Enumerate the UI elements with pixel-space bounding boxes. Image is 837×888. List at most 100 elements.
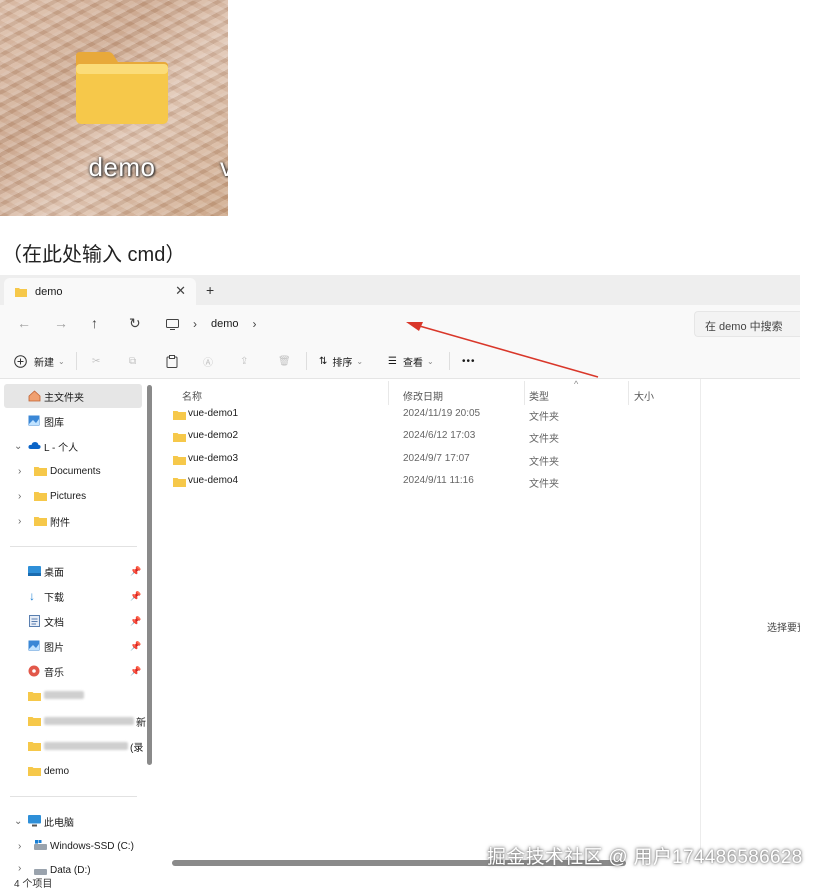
breadcrumb-separator[interactable]: › xyxy=(253,317,257,331)
view-label: 查看 xyxy=(402,357,423,369)
sidebar-item-documents[interactable]: › Documents xyxy=(4,459,142,483)
sidebar-item-desktop[interactable]: 桌面 📌 xyxy=(4,559,142,583)
sidebar-item-attachments[interactable]: › 附件 xyxy=(4,509,142,533)
sidebar-item-label: 此电脑 xyxy=(44,817,74,829)
folder-label[interactable]: demo xyxy=(62,152,182,183)
table-row[interactable]: vue-demo1 2024/11/19 20:05 文件夹 xyxy=(170,404,690,426)
drive-icon xyxy=(34,840,47,851)
chevron-right-icon[interactable]: › xyxy=(18,491,21,502)
pin-icon[interactable]: 📌 xyxy=(130,616,141,627)
sidebar-item-redacted[interactable] xyxy=(4,684,142,708)
breadcrumb-separator[interactable]: › xyxy=(193,317,197,331)
sidebar-scrollbar[interactable] xyxy=(147,385,152,765)
redacted-label: (录 xyxy=(44,739,143,754)
file-date: 2024/6/12 17:03 xyxy=(403,430,476,441)
desktop-icon xyxy=(28,566,41,577)
refresh-icon[interactable]: ↻ xyxy=(129,316,141,330)
pin-icon[interactable]: 📌 xyxy=(130,641,141,652)
folder-icon xyxy=(173,456,186,465)
file-type: 文件夹 xyxy=(529,479,559,490)
sidebar-item-label: 附件 xyxy=(50,517,70,529)
tab-bar: demo ✕ + xyxy=(0,275,800,305)
breadcrumb-demo[interactable]: demo xyxy=(211,318,239,330)
folder-icon xyxy=(34,516,47,527)
sidebar-item-drive-c[interactable]: › Windows-SSD (C:) xyxy=(4,834,142,858)
new-label: 新建 xyxy=(34,357,54,369)
column-header-modified[interactable]: 修改日期 xyxy=(403,388,443,403)
view-icon: ☰ xyxy=(388,355,397,367)
search-input[interactable]: 在 demo 中搜索 xyxy=(694,311,800,337)
sidebar-item-home[interactable]: 主文件夹 xyxy=(4,384,142,408)
cut-icon[interactable]: ✂ xyxy=(92,352,100,370)
back-icon[interactable]: ← xyxy=(17,316,31,330)
column-header-size[interactable]: 大小 xyxy=(634,388,654,403)
chevron-right-icon[interactable]: › xyxy=(18,841,21,852)
sort-caret-icon: ^ xyxy=(574,379,579,389)
sidebar-item-docs[interactable]: 文档 📌 xyxy=(4,609,142,633)
cloud-icon xyxy=(28,441,41,452)
sidebar-item-label: 主文件夹 xyxy=(44,392,84,404)
close-icon[interactable]: ✕ xyxy=(175,283,186,299)
table-row[interactable]: vue-demo4 2024/9/11 11:16 文件夹 xyxy=(170,471,690,493)
folder-icon xyxy=(28,766,41,777)
sidebar-item-gallery[interactable]: 图库 xyxy=(4,409,142,433)
sidebar-item-images[interactable]: 图片 📌 xyxy=(4,634,142,658)
redacted-suffix: (录 xyxy=(130,742,144,754)
column-header-type[interactable]: 类型 xyxy=(529,388,549,403)
folder-icon[interactable] xyxy=(74,50,170,126)
chevron-down-icon[interactable]: ⌄ xyxy=(14,441,22,452)
monitor-icon[interactable] xyxy=(166,318,179,330)
file-date: 2024/9/7 17:07 xyxy=(403,453,470,464)
desktop-crop: demo v xyxy=(0,0,228,216)
sidebar-item-label: demo xyxy=(44,765,70,777)
share-icon[interactable]: ⇪ xyxy=(240,352,248,370)
forward-icon[interactable]: → xyxy=(54,316,68,330)
new-button[interactable]: 新建 ⌄ xyxy=(14,352,65,370)
file-name: vue-demo1 xyxy=(188,408,239,419)
sidebar-item-music[interactable]: 音乐 📌 xyxy=(4,659,142,683)
command-bar: 新建 ⌄ ✂ ⧉ Ⓐ ⇪ 🗑 ⇅ 排序 ⌄ ☰ 查看 ⌄ ••• xyxy=(0,343,800,379)
chevron-right-icon[interactable]: › xyxy=(18,466,21,477)
tab-title: demo xyxy=(35,285,63,298)
file-name: vue-demo2 xyxy=(188,430,239,441)
view-button[interactable]: ☰ 查看 ⌄ xyxy=(388,352,434,370)
breadcrumb[interactable]: › demo › xyxy=(166,313,257,335)
sidebar-item-label: 文档 xyxy=(44,617,64,629)
new-tab-button[interactable]: + xyxy=(206,282,214,298)
copy-icon[interactable]: ⧉ xyxy=(129,352,136,370)
column-header-name[interactable]: 名称 xyxy=(182,388,202,403)
pin-icon[interactable]: 📌 xyxy=(130,566,141,577)
sidebar-item-label: Pictures xyxy=(50,490,87,502)
table-row[interactable]: vue-demo3 2024/9/7 17:07 文件夹 xyxy=(170,449,690,471)
watermark: 掘金技术社区 @ 用户174486586628 xyxy=(487,847,803,868)
tab-demo[interactable]: demo ✕ xyxy=(4,278,196,305)
sidebar-item-label: 图片 xyxy=(44,642,64,654)
chevron-right-icon[interactable]: › xyxy=(18,863,21,874)
table-row[interactable]: vue-demo2 2024/6/12 17:03 文件夹 xyxy=(170,426,690,448)
paste-icon[interactable] xyxy=(166,352,178,370)
pin-icon[interactable]: 📌 xyxy=(130,666,141,677)
picture-icon xyxy=(28,640,41,651)
home-icon xyxy=(28,390,41,402)
chevron-right-icon[interactable]: › xyxy=(18,516,21,527)
sidebar-item-redacted[interactable]: 新 xyxy=(4,709,146,733)
sidebar-item-pictures[interactable]: › Pictures xyxy=(4,484,142,508)
sidebar-item-downloads[interactable]: ↓ 下载 📌 xyxy=(4,584,142,608)
sort-label: 排序 xyxy=(332,357,353,369)
sidebar-item-onedrive[interactable]: ⌄ L - 个人 xyxy=(4,434,142,458)
pin-icon[interactable]: 📌 xyxy=(130,591,141,602)
sidebar-item-label: Windows-SSD (C:) xyxy=(50,840,134,852)
chevron-down-icon[interactable]: ⌄ xyxy=(14,816,22,827)
document-icon xyxy=(29,615,42,627)
up-icon[interactable]: ↑ xyxy=(91,316,98,330)
more-icon[interactable]: ••• xyxy=(462,352,476,370)
redacted-label xyxy=(44,690,84,702)
sidebar-item-demo[interactable]: demo xyxy=(4,759,142,783)
sidebar-item-redacted[interactable]: (录 xyxy=(4,734,143,758)
delete-icon[interactable]: 🗑 xyxy=(278,352,291,370)
sort-button[interactable]: ⇅ 排序 ⌄ xyxy=(319,352,363,370)
sidebar-item-label: L - 个人 xyxy=(44,442,79,454)
file-type: 文件夹 xyxy=(529,412,559,423)
sidebar-item-this-pc[interactable]: ⌄ 此电脑 xyxy=(4,809,142,833)
rename-icon[interactable]: Ⓐ xyxy=(203,352,213,370)
